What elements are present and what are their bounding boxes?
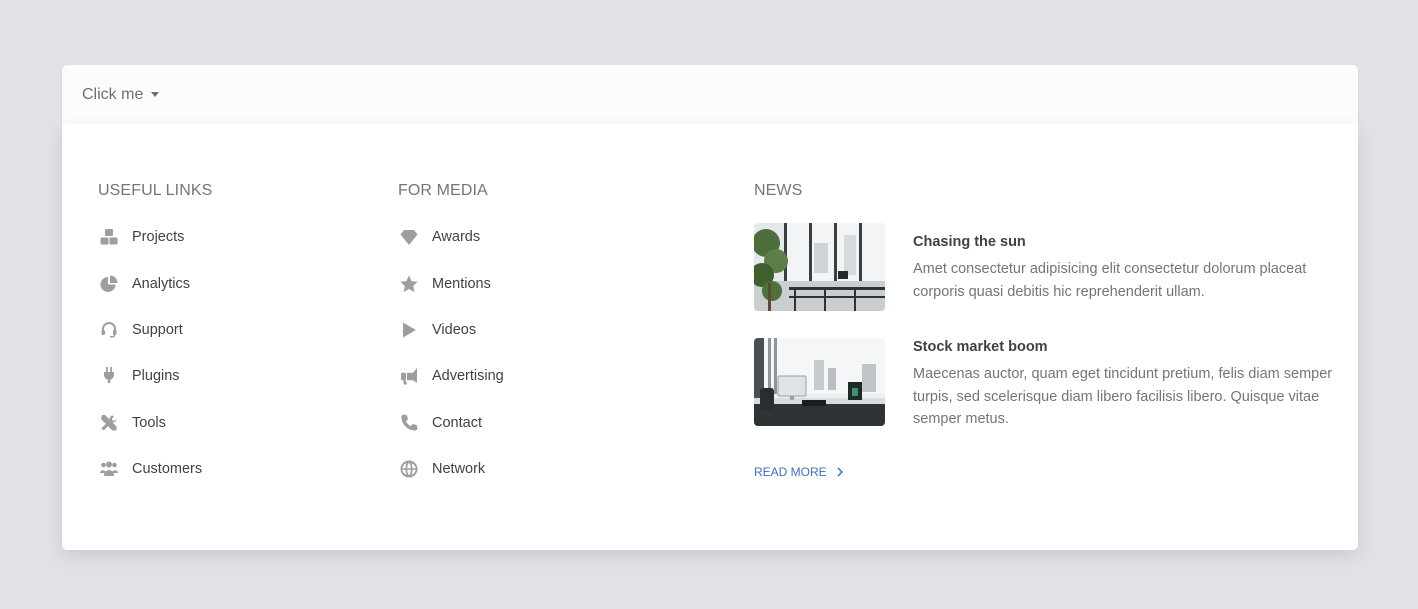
news-description: Maecenas auctor, quam eget tincidunt pre… bbox=[913, 366, 1333, 427]
link-label: Customers bbox=[132, 461, 203, 478]
news-column: NEWS Chasing the sun Amet consectetur ad… bbox=[754, 181, 1334, 479]
link-analytics[interactable]: Analytics bbox=[98, 260, 348, 306]
globe-icon bbox=[398, 458, 420, 480]
for-media-heading: FOR MEDIA bbox=[398, 182, 488, 199]
link-label: Mentions bbox=[432, 275, 491, 292]
news-heading: NEWS bbox=[754, 182, 803, 199]
link-videos[interactable]: Videos bbox=[398, 307, 648, 353]
news-item: Stock market boom Maecenas auctor, quam … bbox=[754, 338, 1333, 431]
link-plugins[interactable]: Plugins bbox=[98, 353, 348, 399]
news-description: Amet consectetur adipisicing elit consec… bbox=[913, 261, 1307, 300]
link-label: Projects bbox=[132, 229, 185, 246]
for-media-column: FOR MEDIA Awards Mentions Videos Adverti… bbox=[398, 181, 648, 492]
news-thumbnail[interactable] bbox=[754, 338, 885, 426]
useful-links-heading: USEFUL LINKS bbox=[98, 182, 213, 199]
news-text: Stock market boom Maecenas auctor, quam … bbox=[913, 338, 1333, 431]
link-customers[interactable]: Customers bbox=[98, 446, 348, 492]
useful-links-list: Projects Analytics Support Plugins Tools… bbox=[98, 214, 348, 492]
news-title[interactable]: Stock market boom bbox=[913, 339, 1333, 355]
workspace-photo bbox=[754, 338, 885, 426]
news-title[interactable]: Chasing the sun bbox=[913, 234, 1333, 250]
tools-icon bbox=[98, 412, 120, 434]
navbar: Click me bbox=[62, 65, 1358, 124]
cubes-icon bbox=[98, 226, 120, 248]
useful-links-column: USEFUL LINKS Projects Analytics Support bbox=[98, 181, 348, 492]
link-tools[interactable]: Tools bbox=[98, 400, 348, 446]
dropdown-toggle-label: Click me bbox=[82, 85, 144, 103]
link-awards[interactable]: Awards bbox=[398, 214, 648, 260]
link-label: Plugins bbox=[132, 368, 180, 385]
read-more-link[interactable]: READ MORE bbox=[754, 465, 845, 479]
link-label: Contact bbox=[432, 414, 482, 431]
link-network[interactable]: Network bbox=[398, 446, 648, 492]
office-photo bbox=[754, 223, 885, 311]
gem-icon bbox=[398, 226, 420, 248]
play-icon bbox=[398, 319, 420, 341]
headset-icon bbox=[98, 319, 120, 341]
link-advertising[interactable]: Advertising bbox=[398, 353, 648, 399]
news-item: Chasing the sun Amet consectetur adipisi… bbox=[754, 223, 1333, 311]
news-thumbnail[interactable] bbox=[754, 223, 885, 311]
link-mentions[interactable]: Mentions bbox=[398, 260, 648, 306]
bullhorn-icon bbox=[398, 365, 420, 387]
star-icon bbox=[398, 273, 420, 295]
users-icon bbox=[98, 458, 120, 480]
link-projects[interactable]: Projects bbox=[98, 214, 348, 260]
mega-menu: USEFUL LINKS Projects Analytics Support bbox=[62, 124, 1358, 550]
link-label: Awards bbox=[432, 229, 481, 246]
caret-down-icon bbox=[151, 92, 160, 97]
link-label: Tools bbox=[132, 414, 166, 431]
link-label: Network bbox=[432, 461, 486, 478]
link-label: Advertising bbox=[432, 368, 504, 385]
chevron-right-icon bbox=[837, 467, 843, 477]
link-support[interactable]: Support bbox=[98, 307, 348, 353]
pie-chart-icon bbox=[98, 273, 120, 295]
read-more-label: READ MORE bbox=[754, 465, 827, 479]
plug-icon bbox=[98, 365, 120, 387]
news-text: Chasing the sun Amet consectetur adipisi… bbox=[913, 223, 1333, 311]
link-contact[interactable]: Contact bbox=[398, 400, 648, 446]
phone-icon bbox=[398, 412, 420, 434]
link-label: Support bbox=[132, 321, 183, 338]
link-label: Videos bbox=[432, 321, 477, 338]
dropdown-toggle[interactable]: Click me bbox=[82, 85, 160, 104]
for-media-list: Awards Mentions Videos Advertising Conta… bbox=[398, 214, 648, 492]
link-label: Analytics bbox=[132, 275, 191, 292]
